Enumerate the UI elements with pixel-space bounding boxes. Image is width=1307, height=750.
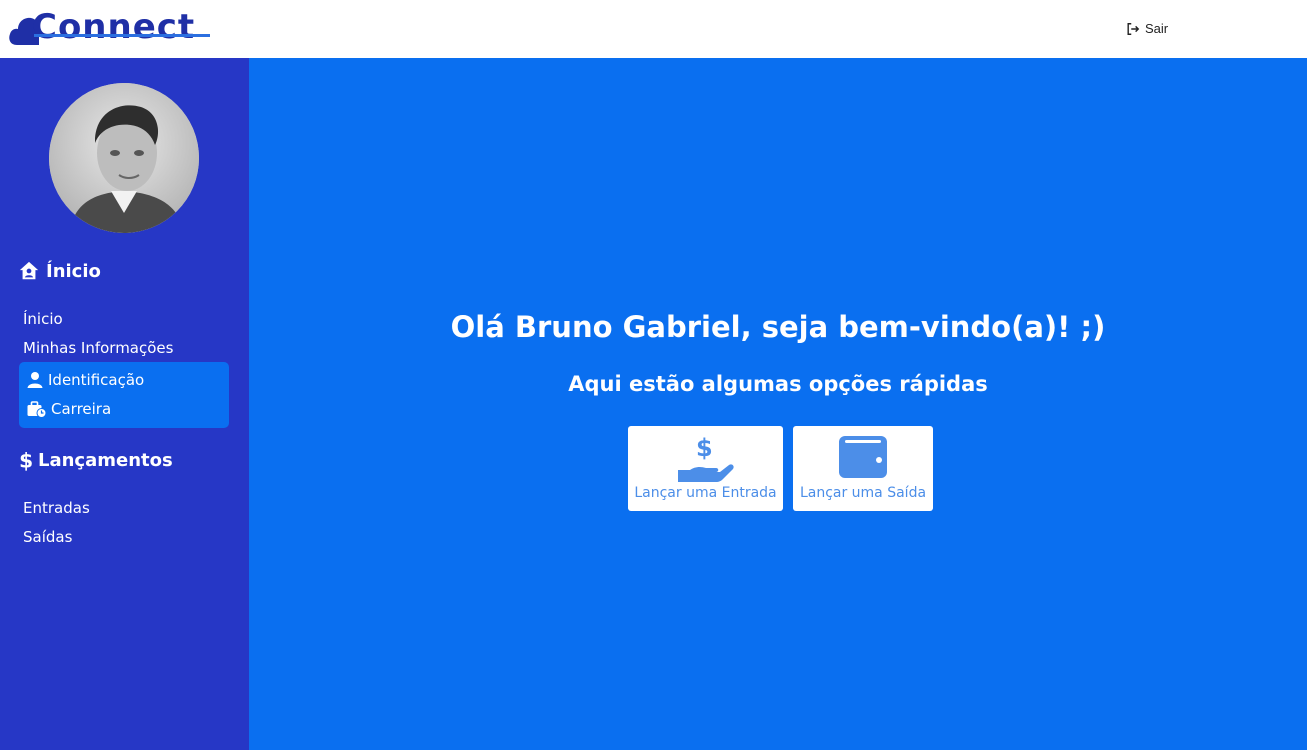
sign-out-icon bbox=[1127, 22, 1140, 35]
nav-link-entradas[interactable]: Entradas bbox=[23, 499, 90, 517]
quick-action-entrada-button[interactable]: $ Lançar uma Entrada bbox=[628, 426, 783, 511]
hand-holding-dollar-icon: $ bbox=[678, 434, 734, 482]
nav-link-inicio[interactable]: Ínicio bbox=[23, 310, 63, 328]
welcome-heading: Olá Bruno Gabriel, seja bem-vindo(a)! ;) bbox=[450, 310, 1106, 344]
nav-link-carreira[interactable]: Carreira bbox=[26, 400, 111, 418]
section-inicio-title: Ínicio bbox=[18, 260, 101, 282]
quick-action-saida-label: Lançar uma Saída bbox=[799, 485, 927, 501]
nav-link-saidas[interactable]: Saídas bbox=[23, 528, 72, 546]
section-lancamentos-title: $ Lançamentos bbox=[19, 449, 173, 471]
sidebar: Ínicio Ínicio Minhas Informações Identif… bbox=[0, 58, 249, 750]
brand-logo[interactable]: Connect bbox=[8, 7, 213, 50]
logout-label: Sair bbox=[1145, 21, 1169, 36]
nav-link-minhas-informacoes[interactable]: Minhas Informações bbox=[23, 339, 173, 357]
user-icon bbox=[27, 372, 43, 388]
svg-text:$: $ bbox=[19, 449, 32, 471]
wallet-icon bbox=[839, 436, 887, 478]
logo-line bbox=[34, 34, 210, 37]
briefcase-clock-icon bbox=[27, 401, 47, 418]
nav-link-identificacao[interactable]: Identificação bbox=[26, 371, 144, 389]
quick-options-heading: Aqui estão algumas opções rápidas bbox=[568, 372, 988, 396]
quick-action-saida-button[interactable]: Lançar uma Saída bbox=[793, 426, 933, 511]
house-user-icon bbox=[19, 261, 39, 280]
user-photo bbox=[49, 83, 199, 233]
submenu-minhas-informacoes: Identificação Carreira bbox=[19, 362, 229, 428]
quick-action-entrada-label: Lançar uma Entrada bbox=[634, 485, 777, 501]
dollar-icon: $ bbox=[19, 449, 32, 471]
brand-name: Connect bbox=[32, 7, 196, 47]
logout-button[interactable]: Sair bbox=[1126, 21, 1168, 36]
top-bar: Connect Sair bbox=[0, 0, 1307, 58]
main-content: Olá Bruno Gabriel, seja bem-vindo(a)! ;)… bbox=[249, 58, 1307, 750]
svg-text:$: $ bbox=[696, 434, 713, 462]
avatar[interactable] bbox=[49, 83, 199, 233]
